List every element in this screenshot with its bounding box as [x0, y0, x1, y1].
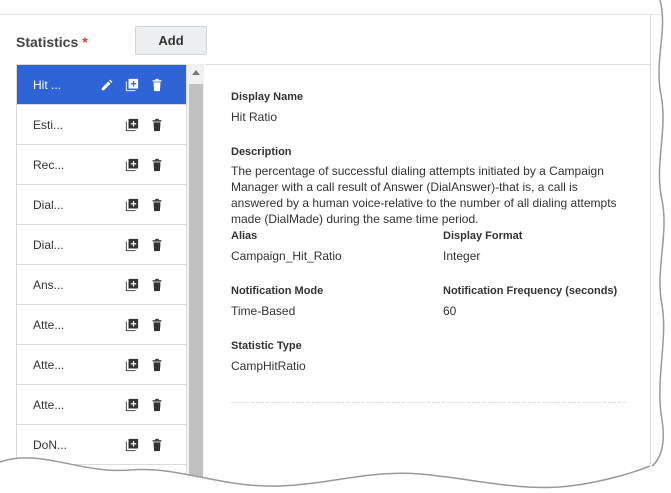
- statistic-details: [205, 64, 650, 474]
- duplicate-icon[interactable]: [124, 397, 140, 413]
- statistics-list: Hit ... Esti... Rec... Dial... Dial... Ans...…: [16, 64, 186, 474]
- top-divider: [0, 14, 660, 15]
- description-label: Description: [231, 146, 292, 158]
- duplicate-icon[interactable]: [124, 237, 140, 253]
- statistic-name: DoN...: [33, 437, 68, 452]
- alias-value: Campaign_Hit_Ratio: [231, 249, 342, 263]
- statistics-title: Statistics: [16, 34, 79, 50]
- statistic-name: Rec...: [33, 157, 65, 172]
- statistics-list-item[interactable]: DoN...: [17, 425, 186, 465]
- statistics-list-item[interactable]: Ans...: [17, 265, 186, 305]
- statistic-type-label: Statistic Type: [231, 340, 302, 352]
- statistics-list-item[interactable]: Atte...: [17, 345, 186, 385]
- description-value: The percentage of successful dialing att…: [231, 164, 617, 226]
- duplicate-icon[interactable]: [124, 157, 140, 173]
- duplicate-icon[interactable]: [124, 277, 140, 293]
- notification-frequency-value: 60: [443, 304, 457, 318]
- trash-icon[interactable]: [149, 397, 165, 413]
- display-format-label: Display Format: [443, 230, 523, 242]
- statistic-name: Atte...: [33, 317, 65, 332]
- duplicate-icon[interactable]: [124, 117, 140, 133]
- duplicate-icon[interactable]: [124, 77, 140, 93]
- display-name-value: Hit Ratio: [231, 110, 278, 124]
- notification-mode-value: Time-Based: [231, 304, 296, 318]
- scroll-thumb[interactable]: [189, 84, 203, 479]
- required-asterisk: *: [82, 34, 88, 50]
- pencil-icon[interactable]: [99, 77, 115, 93]
- trash-icon[interactable]: [149, 197, 165, 213]
- display-name-label: Display Name: [231, 91, 304, 103]
- statistic-name: Atte...: [33, 357, 65, 372]
- notification-frequency-label: Notification Frequency (seconds): [443, 285, 618, 297]
- trash-icon[interactable]: [149, 437, 165, 453]
- scroll-up-arrow-icon[interactable]: [192, 70, 200, 75]
- statistic-name: Esti...: [33, 117, 64, 132]
- notification-mode-label: Notification Mode: [231, 285, 324, 297]
- statistics-panel: Statistics * Add Hit ... Esti... Rec... Dial…: [0, 0, 671, 493]
- statistics-list-item[interactable]: Atte...: [17, 305, 186, 345]
- trash-icon[interactable]: [149, 277, 165, 293]
- trash-icon[interactable]: [149, 237, 165, 253]
- trash-icon[interactable]: [149, 157, 165, 173]
- dashed-divider: [231, 402, 626, 403]
- trash-icon[interactable]: [149, 317, 165, 333]
- trash-icon[interactable]: [149, 77, 165, 93]
- statistics-list-item[interactable]: Atte...: [17, 385, 186, 425]
- statistics-list-item[interactable]: Hit ...: [17, 65, 186, 105]
- statistic-name: Dial...: [33, 237, 64, 252]
- statistic-type-value: CampHitRatio: [231, 359, 306, 373]
- statistic-name: Hit ...: [33, 77, 62, 92]
- statistics-list-item[interactable]: Rec...: [17, 145, 186, 185]
- statistics-list-item[interactable]: Dial...: [17, 185, 186, 225]
- trash-icon[interactable]: [149, 357, 165, 373]
- right-border: [650, 14, 651, 464]
- statistics-heading: Statistics *: [16, 34, 88, 50]
- list-scrollbar[interactable]: [186, 64, 204, 479]
- alias-label: Alias: [231, 230, 258, 242]
- duplicate-icon[interactable]: [124, 317, 140, 333]
- statistics-list-item[interactable]: Dial...: [17, 225, 186, 265]
- add-button[interactable]: Add: [135, 26, 207, 55]
- statistic-name: Atte...: [33, 397, 65, 412]
- display-format-value: Integer: [443, 249, 481, 263]
- duplicate-icon[interactable]: [124, 197, 140, 213]
- duplicate-icon[interactable]: [124, 357, 140, 373]
- statistic-name: Ans...: [33, 277, 64, 292]
- statistics-list-item[interactable]: Esti...: [17, 105, 186, 145]
- statistic-name: Dial...: [33, 197, 64, 212]
- trash-icon[interactable]: [149, 117, 165, 133]
- duplicate-icon[interactable]: [124, 437, 140, 453]
